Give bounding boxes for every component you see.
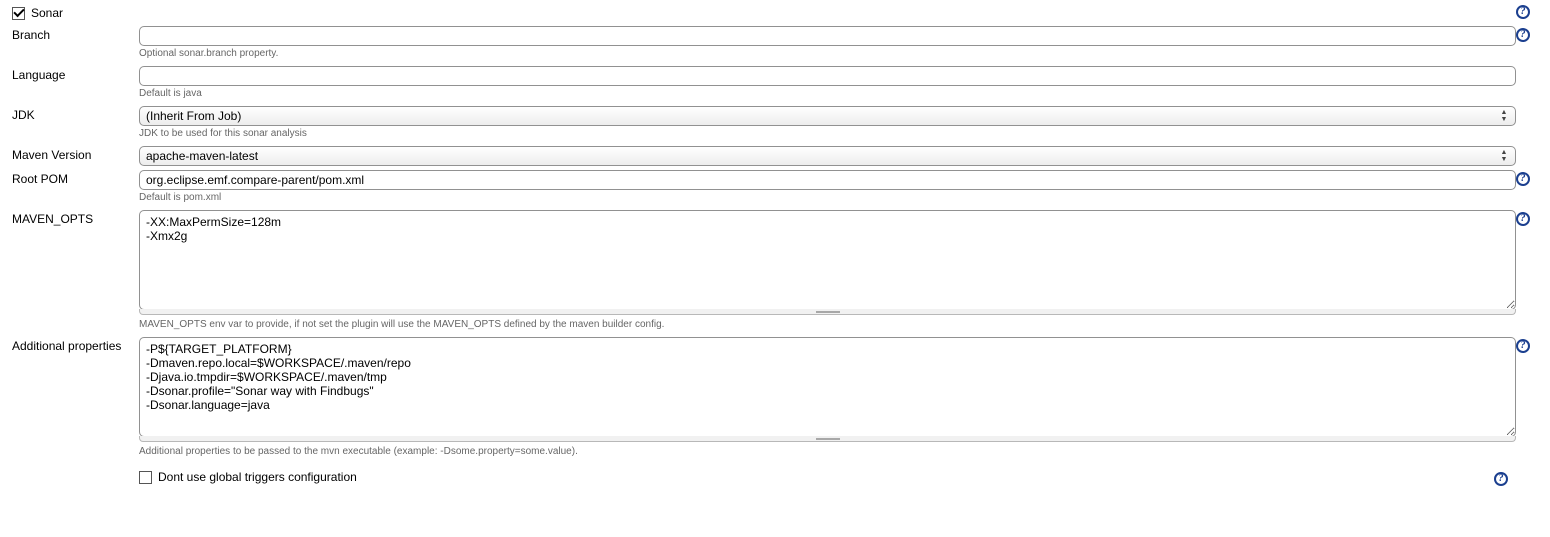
additional-properties-textarea[interactable] (139, 337, 1516, 437)
updown-icon: ▲▼ (1499, 149, 1509, 163)
jdk-hint: JDK to be used for this sonar analysis (139, 128, 1516, 140)
jdk-label: JDK (12, 106, 139, 122)
resize-handle[interactable] (139, 309, 1516, 315)
maven-opts-label: MAVEN_OPTS (12, 210, 139, 226)
global-triggers-checkbox[interactable] (139, 471, 152, 484)
help-icon[interactable]: ? (1516, 339, 1530, 353)
maven-version-selected-value: apache-maven-latest (146, 149, 258, 163)
help-icon[interactable]: ? (1516, 28, 1530, 42)
help-icon[interactable]: ? (1516, 172, 1530, 186)
updown-icon: ▲▼ (1499, 109, 1509, 123)
branch-hint: Optional sonar.branch property. (139, 48, 1516, 60)
maven-opts-hint: MAVEN_OPTS env var to provide, if not se… (139, 319, 1516, 331)
help-icon[interactable]: ? (1494, 472, 1508, 486)
language-hint: Default is java (139, 88, 1516, 100)
maven-version-label: Maven Version (12, 146, 139, 162)
maven-version-select[interactable]: apache-maven-latest ▲▼ (139, 146, 1516, 166)
language-label: Language (12, 66, 139, 82)
help-icon[interactable]: ? (1516, 5, 1530, 19)
additional-properties-hint: Additional properties to be passed to th… (139, 446, 1516, 458)
branch-input[interactable] (139, 26, 1516, 46)
jdk-select[interactable]: (Inherit From Job) ▲▼ (139, 106, 1516, 126)
sonar-section-title: Sonar (31, 6, 63, 20)
language-input[interactable] (139, 66, 1516, 86)
branch-label: Branch (12, 26, 139, 42)
root-pom-hint: Default is pom.xml (139, 192, 1516, 204)
jdk-selected-value: (Inherit From Job) (146, 109, 241, 123)
maven-opts-textarea[interactable] (139, 210, 1516, 310)
help-icon[interactable]: ? (1516, 212, 1530, 226)
root-pom-input[interactable] (139, 170, 1516, 190)
additional-properties-label: Additional properties (12, 337, 139, 353)
root-pom-label: Root POM (12, 170, 139, 186)
global-triggers-label: Dont use global triggers configuration (158, 470, 357, 484)
sonar-checkbox[interactable] (12, 7, 25, 20)
resize-handle[interactable] (139, 436, 1516, 442)
